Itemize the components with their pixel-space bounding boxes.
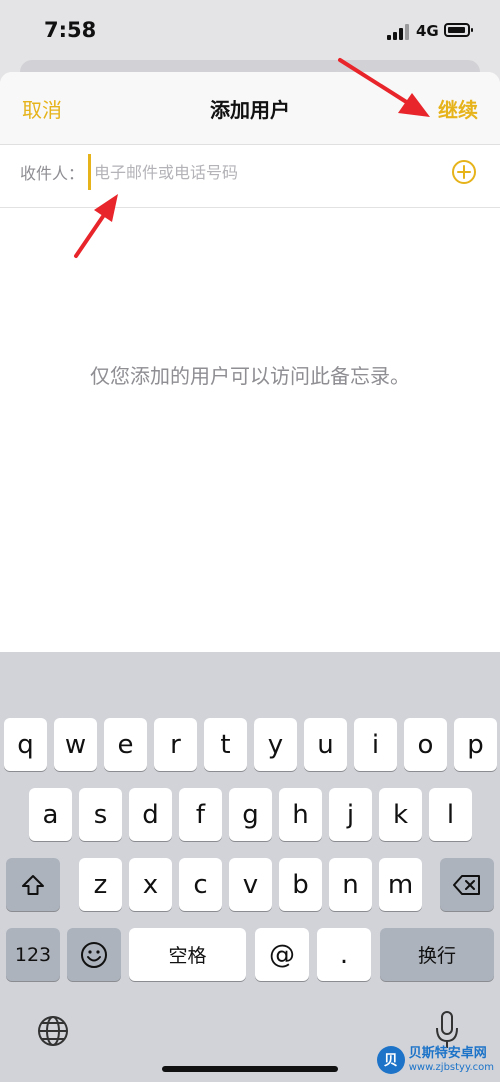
status-time: 7:58 [44, 18, 97, 42]
key-a[interactable]: a [29, 788, 72, 841]
page-title: 添加用户 [210, 98, 290, 122]
key-t[interactable]: t [204, 718, 247, 771]
key-w[interactable]: w [54, 718, 97, 771]
key-v[interactable]: v [229, 858, 272, 911]
key-d[interactable]: d [129, 788, 172, 841]
key-f[interactable]: f [179, 788, 222, 841]
microphone-icon[interactable] [434, 1010, 460, 1050]
navigation-bar: 取消 添加用户 继续 [0, 72, 500, 145]
key-g[interactable]: g [229, 788, 272, 841]
globe-icon[interactable] [36, 1014, 70, 1048]
delete-key[interactable] [440, 858, 494, 911]
key-c[interactable]: c [179, 858, 222, 911]
watermark-url: www.zjbstyy.com [408, 1061, 494, 1073]
emoji-icon [81, 941, 107, 968]
watermark-title: 贝斯特安卓网 [408, 1046, 487, 1062]
key-m[interactable]: m [379, 858, 422, 911]
key-p[interactable]: p [454, 718, 497, 771]
key-u[interactable]: u [304, 718, 347, 771]
keyboard: qwertyuiop asdfghjkl zxcvbnm 123 空格 @ . … [0, 652, 500, 1082]
recipient-row: 收件人： [0, 144, 500, 208]
key-s[interactable]: s [79, 788, 122, 841]
key-o[interactable]: o [404, 718, 447, 771]
key-i[interactable]: i [354, 718, 397, 771]
space-key[interactable]: 空格 [129, 928, 246, 981]
network-type: 4G [416, 22, 439, 40]
dot-key[interactable]: . [317, 928, 371, 981]
emoji-key[interactable] [67, 928, 121, 981]
add-user-sheet: 取消 添加用户 继续 收件人： 仅您添加的用户可以访问此备忘录。 [0, 72, 500, 652]
status-bar: 7:58 4G [0, 0, 500, 64]
access-hint: 仅您添加的用户可以访问此备忘录。 [90, 364, 410, 388]
key-q[interactable]: q [4, 718, 47, 771]
key-h[interactable]: h [279, 788, 322, 841]
home-indicator [162, 1066, 338, 1072]
add-contact-icon[interactable] [450, 158, 478, 186]
key-z[interactable]: z [79, 858, 122, 911]
at-key[interactable]: @ [255, 928, 309, 981]
key-e[interactable]: e [104, 718, 147, 771]
key-r[interactable]: r [154, 718, 197, 771]
cellular-signal-icon [387, 24, 409, 40]
key-n[interactable]: n [329, 858, 372, 911]
watermark: 贝 贝斯特安卓网 www.zjbstyy.com [376, 1046, 494, 1074]
return-key[interactable]: 换行 [380, 928, 494, 981]
key-y[interactable]: y [254, 718, 297, 771]
continue-button[interactable]: 继续 [438, 94, 478, 123]
delete-icon [453, 874, 480, 895]
key-j[interactable]: j [329, 788, 372, 841]
shift-icon [22, 874, 44, 895]
key-x[interactable]: x [129, 858, 172, 911]
battery-icon [444, 23, 473, 37]
key-b[interactable]: b [279, 858, 322, 911]
shift-key[interactable] [6, 858, 60, 911]
recipient-input[interactable] [88, 154, 426, 190]
key-k[interactable]: k [379, 788, 422, 841]
numbers-key[interactable]: 123 [6, 928, 60, 981]
watermark-logo: 贝 [376, 1046, 405, 1074]
recipient-label: 收件人： [20, 164, 85, 183]
key-l[interactable]: l [429, 788, 472, 841]
